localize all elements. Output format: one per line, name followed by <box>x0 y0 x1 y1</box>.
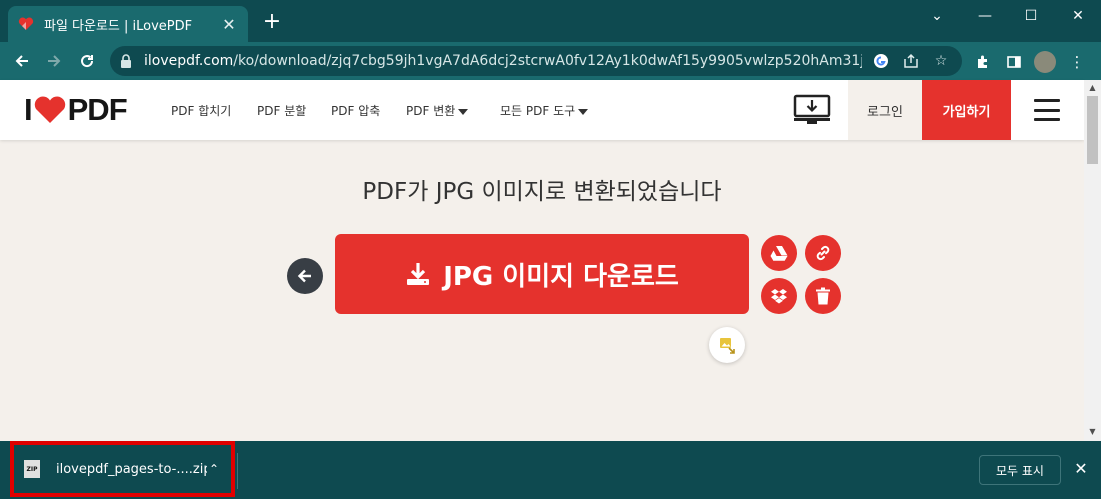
image-convert-icon <box>720 338 735 354</box>
chevron-up-icon[interactable]: ⌃ <box>207 462 221 476</box>
ilovepdf-favicon-icon <box>18 16 34 32</box>
tab-title: 파일 다운로드 | iLovePDF <box>44 18 193 34</box>
new-tab-button[interactable]: + <box>262 11 282 33</box>
nav-split-pdf[interactable]: PDF 분할 <box>257 102 306 119</box>
scroll-up-arrow-icon[interactable]: ▲ <box>1084 81 1101 95</box>
nav-label: PDF 분할 <box>257 104 307 118</box>
download-label: JPG 이미지 다운로드 <box>443 261 679 292</box>
scrollbar-thumb[interactable] <box>1087 96 1098 164</box>
arrow-left-icon <box>297 269 311 283</box>
caret-down-icon <box>458 108 469 115</box>
signup-button[interactable]: 가입하기 <box>922 80 1011 140</box>
show-all-downloads-button[interactable]: 모두 표시 <box>979 455 1061 485</box>
caret-down-icon <box>578 108 589 115</box>
logo-heart-icon <box>34 96 65 123</box>
download-jpg-button[interactable]: JPG 이미지 다운로드 <box>335 234 749 314</box>
downloaded-file-name: ilovepdf_pages-to-....zip <box>56 461 207 477</box>
lock-icon[interactable] <box>120 54 134 68</box>
desktop-app-download-icon[interactable] <box>792 94 832 126</box>
share-icon[interactable] <box>900 50 922 72</box>
browser-toolbar: ilovepdf.com/ko/download/zjq7cbg59jh1vgA… <box>0 42 1101 80</box>
trash-icon <box>816 287 830 305</box>
close-shelf-icon[interactable]: ✕ <box>1072 459 1090 478</box>
link-icon <box>816 245 830 261</box>
nav-all-pdf-tools[interactable]: 모든 PDF 도구 <box>500 102 589 119</box>
browser-tab[interactable]: 파일 다운로드 | iLovePDF ✕ <box>8 6 248 42</box>
delete-file-button[interactable] <box>805 278 841 314</box>
nav-label: 모든 PDF 도구 <box>500 104 576 118</box>
url-path: /ko/download/zjq7cbg59jh1vgA7dA6dcj2stcr… <box>233 53 862 69</box>
nav-label: PDF 변환 <box>406 104 456 118</box>
hamburger-menu-icon[interactable] <box>1034 99 1060 121</box>
download-shelf: ZIP ilovepdf_pages-to-....zip ⌃ 모두 표시 ✕ <box>0 441 1101 499</box>
site-header: I PDF PDF 합치기 PDF 분할 PDF 압축 PDF 변환 모든 PD… <box>0 80 1084 140</box>
extensions-puzzle-icon[interactable] <box>972 51 994 73</box>
nav-label: PDF 합치기 <box>171 104 232 118</box>
google-lens-icon[interactable] <box>870 50 892 72</box>
save-to-google-drive-button[interactable] <box>761 235 797 271</box>
logo-i: I <box>24 92 33 127</box>
profile-avatar[interactable] <box>1034 51 1056 73</box>
dropbox-icon <box>771 289 787 304</box>
side-panel-icon[interactable] <box>1003 51 1025 73</box>
save-to-dropbox-button[interactable] <box>761 278 797 314</box>
tab-search-icon[interactable]: ⌄ <box>914 0 960 32</box>
browser-tab-strip: 파일 다운로드 | iLovePDF ✕ + ⌄ — ☐ ✕ <box>0 0 1101 42</box>
image-tools-button[interactable] <box>709 327 745 363</box>
shelf-divider <box>237 453 238 489</box>
back-arrow-icon[interactable] <box>9 49 35 73</box>
logo-pdf: PDF <box>67 92 128 127</box>
forward-arrow-icon[interactable] <box>41 49 67 73</box>
go-back-button[interactable] <box>287 258 323 294</box>
reload-icon[interactable] <box>74 49 100 73</box>
tab-close-icon[interactable]: ✕ <box>220 15 238 34</box>
address-bar[interactable]: ilovepdf.com/ko/download/zjq7cbg59jh1vgA… <box>110 46 962 76</box>
login-button[interactable]: 로그인 <box>848 80 922 140</box>
window-close-icon[interactable]: ✕ <box>1055 0 1101 32</box>
ilovepdf-logo[interactable]: I PDF <box>24 92 128 127</box>
nav-label: PDF 압축 <box>331 104 381 118</box>
maximize-icon[interactable]: ☐ <box>1008 0 1054 32</box>
download-icon <box>405 261 431 287</box>
page-title: PDF가 JPG 이미지로 변환되었습니다 <box>362 179 722 205</box>
nav-compress-pdf[interactable]: PDF 압축 <box>331 102 380 119</box>
nav-merge-pdf[interactable]: PDF 합치기 <box>171 102 231 119</box>
scroll-down-arrow-icon[interactable]: ▼ <box>1084 425 1101 439</box>
nav-convert-pdf[interactable]: PDF 변환 <box>406 102 469 119</box>
browser-menu-icon[interactable]: ⋮ <box>1066 51 1088 73</box>
bookmark-star-icon[interactable]: ☆ <box>930 50 952 72</box>
google-drive-icon <box>770 246 788 261</box>
zip-file-icon: ZIP <box>24 460 40 478</box>
downloaded-file-item[interactable]: ZIP ilovepdf_pages-to-....zip ⌃ <box>10 441 235 497</box>
copy-link-button[interactable] <box>805 235 841 271</box>
url-domain: ilovepdf.com <box>144 53 234 69</box>
url-text: ilovepdf.com/ko/download/zjq7cbg59jh1vgA… <box>144 53 862 69</box>
minimize-icon[interactable]: — <box>962 0 1008 32</box>
